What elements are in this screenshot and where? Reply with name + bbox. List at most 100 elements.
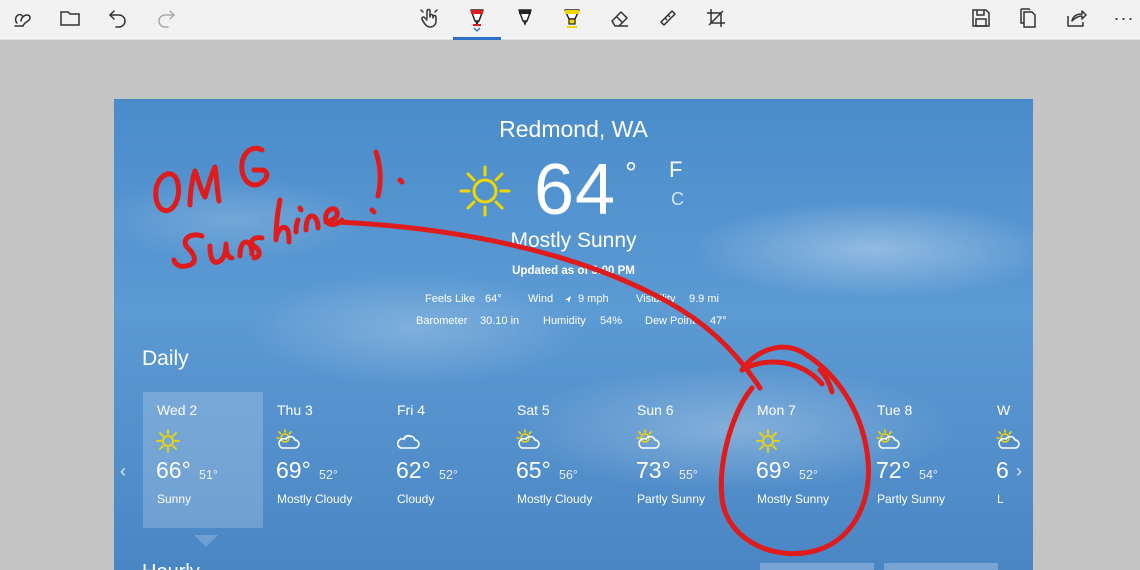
day-name: Sat 5: [517, 402, 550, 418]
sunny-icon: [459, 165, 511, 217]
hourly-heading: Hourly: [142, 561, 200, 570]
day-card[interactable]: Fri 4 62° 52° Cloudy: [383, 392, 503, 528]
day-low-temp: 52°: [799, 468, 818, 482]
day-condition: Mostly Cloudy: [277, 492, 353, 506]
active-tool-indicator: [453, 37, 501, 40]
pencil-icon: [518, 9, 532, 26]
day-name: Tue 8: [877, 402, 913, 418]
save-button[interactable]: [961, 0, 1001, 36]
wind-label: Wind: [528, 293, 554, 305]
visibility-value: 9.9 mi: [689, 293, 719, 305]
day-condition: L: [997, 492, 1004, 506]
barometer-value: 30.10 in: [480, 315, 520, 327]
partly-cloudy-icon: [875, 428, 901, 459]
more-icon: ···: [1113, 7, 1135, 28]
open-file-button[interactable]: [50, 0, 90, 36]
redo-icon: [158, 10, 176, 28]
dew-point-value: 47°: [710, 315, 727, 327]
day-high-temp: 66°: [156, 457, 191, 483]
highlighter-icon: [564, 9, 580, 28]
ruler-button[interactable]: [648, 0, 688, 36]
wind-direction-icon: [565, 296, 571, 303]
wind-value: 9 mph: [578, 293, 609, 305]
hourly-tab[interactable]: [884, 563, 998, 570]
day-card[interactable]: Wed 2 66° 51° Sunny: [143, 392, 263, 528]
day-condition: Cloudy: [397, 492, 435, 506]
touch-pan-button[interactable]: [410, 0, 450, 36]
day-card[interactable]: Sat 5 65° 56° Mostly Cloudy: [503, 392, 623, 528]
touch-writing-icon: [14, 13, 31, 27]
unit-fahrenheit[interactable]: F: [669, 157, 682, 183]
chevron-down-icon[interactable]: [473, 27, 481, 33]
share-icon: [1067, 10, 1087, 27]
day-high-temp: 69°: [756, 457, 791, 483]
cloudy-icon: [395, 428, 421, 459]
day-low-temp: 56°: [559, 468, 578, 482]
copy-button[interactable]: [1008, 0, 1048, 36]
day-name: Fri 4: [397, 402, 425, 418]
city-name: Redmond, WA: [499, 116, 648, 142]
day-name: Wed 2: [157, 402, 198, 418]
unit-celsius[interactable]: C: [671, 189, 684, 210]
hourly-tab[interactable]: [760, 563, 874, 570]
day-condition: Mostly Cloudy: [517, 492, 593, 506]
sketch-toolbar: ···: [0, 0, 1140, 40]
day-high-temp: 62°: [396, 457, 431, 483]
day-high-temp: 69°: [276, 457, 311, 483]
copy-icon: [1020, 8, 1036, 28]
day-name: Mon 7: [757, 402, 796, 418]
barometer-label: Barometer: [416, 315, 468, 327]
humidity-value: 54%: [600, 315, 623, 327]
updated-time: Updated as of 3:00 PM: [512, 265, 635, 277]
partly-cloudy-icon: [515, 428, 541, 459]
eraser-button[interactable]: [600, 0, 640, 36]
dew-point-label: Dew Point: [645, 315, 696, 327]
day-condition: Sunny: [157, 492, 192, 506]
day-card[interactable]: Thu 3 69° 52° Mostly Cloudy: [263, 392, 383, 528]
humidity-label: Humidity: [543, 315, 586, 327]
highlighter-button[interactable]: [552, 0, 592, 36]
pencil-button[interactable]: [505, 0, 545, 36]
day-high-temp: 72°: [876, 457, 911, 483]
day-condition: Partly Sunny: [877, 492, 946, 506]
visibility-label: Visibility: [636, 293, 676, 305]
partly-cloudy-icon: [995, 428, 1021, 459]
day-high-temp: 65°: [516, 457, 551, 483]
day-condition: Mostly Sunny: [757, 492, 830, 506]
undo-button[interactable]: [98, 0, 138, 36]
degree-symbol: °: [625, 157, 637, 190]
daily-heading: Daily: [142, 347, 189, 370]
current-condition: Mostly Sunny: [510, 229, 637, 252]
day-high-temp: 6: [996, 457, 1009, 483]
day-low-temp: 54°: [919, 468, 938, 482]
sunny-icon: [755, 428, 781, 459]
crop-button[interactable]: [696, 0, 736, 36]
feels-like-label: Feels Like: [425, 293, 476, 305]
crop-icon: [707, 9, 725, 27]
redo-button[interactable]: [146, 0, 186, 36]
screenshot-canvas[interactable]: Redmond, WA 64 ° F C Mostly Sunny Update…: [114, 99, 1033, 570]
touch-writing-button[interactable]: [3, 0, 43, 36]
save-icon: [972, 9, 990, 27]
day-low-temp: 51°: [199, 468, 218, 482]
day-name: Sun 6: [637, 402, 674, 418]
day-card[interactable]: Tue 8 72° 54° Partly Sunny: [863, 392, 983, 528]
day-low-temp: 55°: [679, 468, 698, 482]
sunny-icon: [155, 428, 181, 459]
eraser-icon: [611, 11, 628, 27]
more-button[interactable]: ···: [1104, 0, 1140, 36]
day-card[interactable]: Mon 7 69° 52° Mostly Sunny: [743, 392, 863, 528]
partly-cloudy-icon: [635, 428, 661, 459]
partly-cloudy-icon: [275, 428, 301, 459]
day-card[interactable]: Sun 6 73° 55° Partly Sunny: [623, 392, 743, 528]
undo-icon: [108, 10, 126, 28]
ballpoint-pen-icon: [470, 9, 484, 26]
day-low-temp: 52°: [319, 468, 338, 482]
touch-pan-icon: [420, 8, 438, 28]
day-condition: Partly Sunny: [637, 492, 706, 506]
share-button[interactable]: [1056, 0, 1096, 36]
current-temperature: 64: [534, 150, 617, 230]
daily-prev-arrow[interactable]: ‹: [120, 461, 126, 482]
day-card[interactable]: W 6 L: [983, 392, 1033, 528]
open-folder-icon: [60, 11, 80, 26]
